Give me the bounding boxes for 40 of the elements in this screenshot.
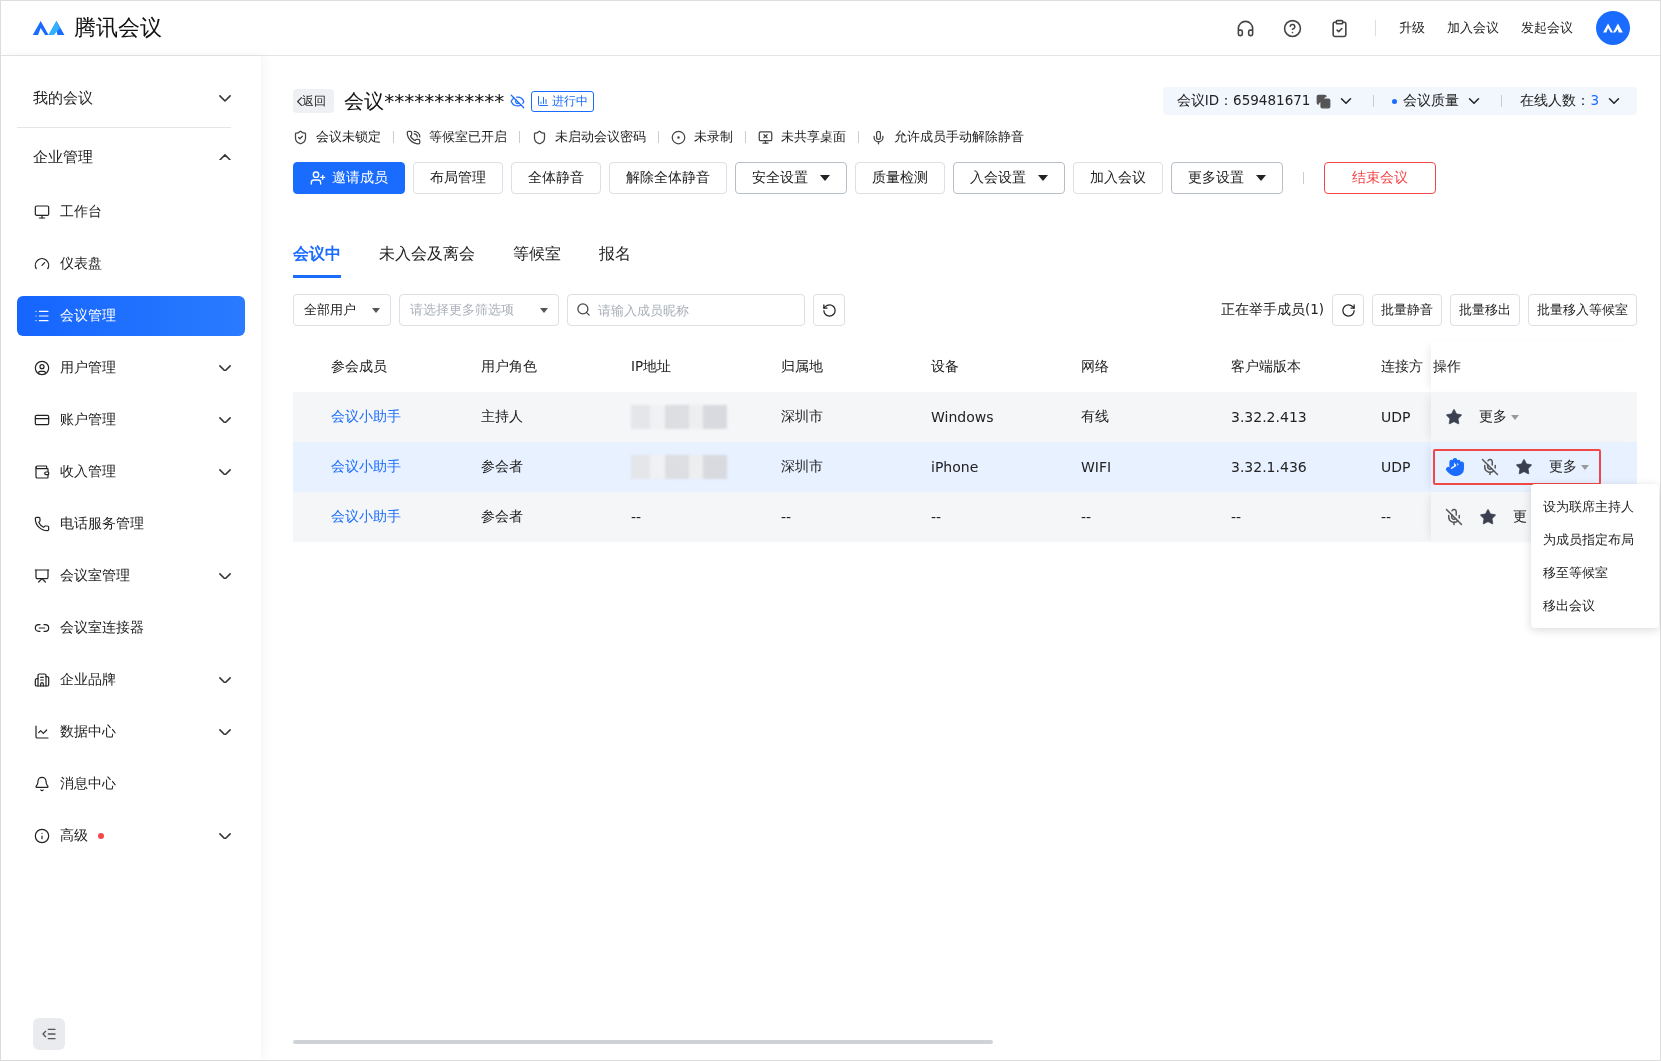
- status-tag: 进行中: [531, 90, 595, 112]
- table-cell-text: 参会者: [481, 508, 524, 526]
- column-header: 操作: [1433, 358, 1461, 376]
- status-label: 未录制: [694, 128, 733, 146]
- column-header: 设备: [931, 358, 960, 376]
- table-cell-text: 参会者: [481, 458, 524, 476]
- raised-hands-count: 正在举手成员(1): [1220, 301, 1324, 319]
- table-cell-text: 有线: [1081, 408, 1110, 426]
- status-label: 等候室已开启: [429, 128, 507, 146]
- column-header: IP地址: [631, 358, 673, 376]
- app-name: 腾讯会议: [74, 14, 163, 42]
- table-cell-text: 深圳市: [781, 458, 824, 476]
- column-header: 用户角色: [481, 358, 538, 376]
- status-label: 未共享桌面: [781, 128, 846, 146]
- column-header: 客户端版本: [1231, 358, 1302, 376]
- column-header: 归属地: [781, 358, 824, 376]
- table-cell-text: Windows: [931, 409, 995, 425]
- table-cell-text: UDP: [1381, 409, 1412, 425]
- column-header: 参会成员: [331, 358, 388, 376]
- table-cell-text: --: [1381, 509, 1393, 525]
- table-cell-text: --: [631, 509, 643, 525]
- meeting-title: 会议************: [344, 87, 505, 115]
- table-cell-text: iPhone: [931, 459, 980, 475]
- table-cell-text: 3.32.1.436: [1231, 459, 1308, 475]
- column-header: 网络: [1081, 358, 1110, 376]
- table-cell-text: --: [1231, 509, 1243, 525]
- table-cell-text: 3.32.2.413: [1231, 409, 1308, 425]
- table-cell-text: --: [1081, 509, 1093, 525]
- online-count: 在线人数：3: [1520, 92, 1599, 110]
- status-label: 会议未锁定: [316, 128, 381, 146]
- table-cell-text: --: [781, 509, 793, 525]
- table-cell-text: 主持人: [481, 408, 524, 426]
- table-cell-text: 深圳市: [781, 408, 824, 426]
- table-cell-text: UDP: [1381, 459, 1412, 475]
- status-label: 未启动会议密码: [555, 128, 646, 146]
- meeting-id: 会议ID：659481671: [1176, 92, 1311, 110]
- table-cell-text: WIFI: [1081, 459, 1113, 475]
- status-label: 允许成员手动解除静音: [894, 128, 1024, 146]
- column-header: 连接方: [1381, 358, 1424, 376]
- table-cell-text: --: [931, 509, 943, 525]
